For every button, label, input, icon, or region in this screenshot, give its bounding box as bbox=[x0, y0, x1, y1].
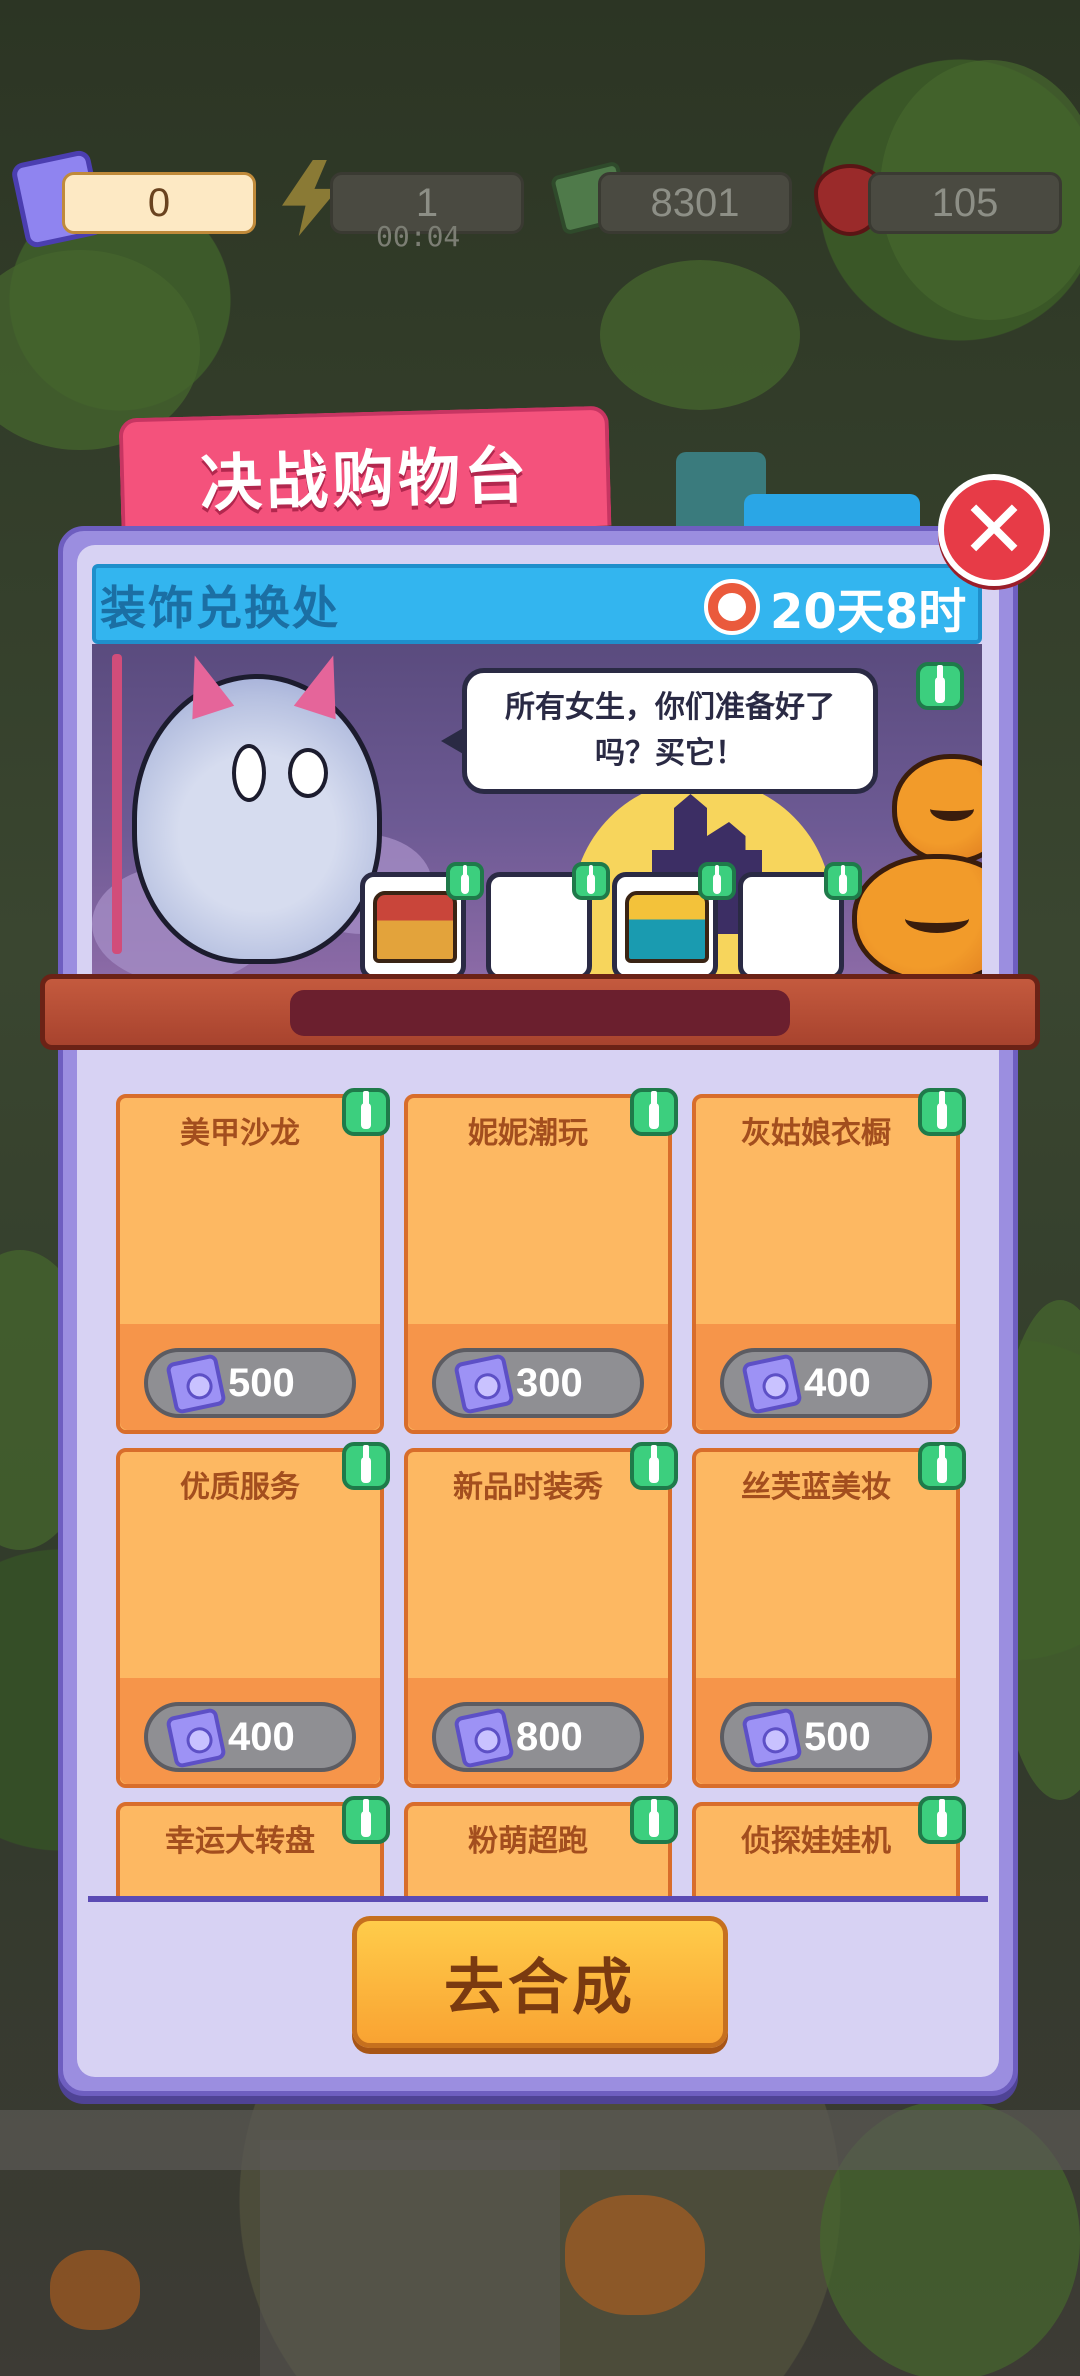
slot-2-info-button[interactable] bbox=[572, 862, 610, 900]
ticket-icon bbox=[453, 1353, 515, 1415]
item-name: 美甲沙龙 bbox=[180, 1116, 300, 1151]
close-icon: ✕ bbox=[960, 483, 1028, 576]
pumpkin-top bbox=[892, 754, 982, 864]
item-card[interactable]: 侦探娃娃机 bbox=[692, 1796, 966, 1900]
slot-1-info-button[interactable] bbox=[446, 862, 484, 900]
slot-4-info-button[interactable] bbox=[824, 862, 862, 900]
item-price: 500 bbox=[228, 1360, 295, 1405]
cash-counter[interactable]: 8301 bbox=[598, 172, 792, 234]
item-card[interactable]: 粉萌超跑 bbox=[404, 1796, 678, 1900]
blue-chest-icon bbox=[625, 891, 709, 963]
item-name: 粉萌超跑 bbox=[468, 1824, 588, 1859]
close-button[interactable]: ✕ bbox=[938, 474, 1050, 586]
buy-button[interactable]: 500 bbox=[144, 1348, 356, 1418]
scene-info-button[interactable] bbox=[916, 662, 964, 710]
item-price: 500 bbox=[804, 1714, 871, 1759]
countdown-text: 20天8时 bbox=[770, 584, 967, 640]
ticket-icon bbox=[453, 1707, 515, 1769]
item-card[interactable]: 优质服务 400 bbox=[116, 1442, 390, 1788]
buy-button[interactable]: 800 bbox=[432, 1702, 644, 1772]
slot-3-info-button[interactable] bbox=[698, 862, 736, 900]
item-info-button[interactable] bbox=[918, 1796, 966, 1844]
energy-timer: 00:04 bbox=[376, 220, 461, 253]
item-name: 侦探娃娃机 bbox=[741, 1824, 891, 1859]
item-card[interactable]: 新品时装秀 800 bbox=[404, 1442, 678, 1788]
speech-bubble: 所有女生，你们准备好了吗？买它！ bbox=[441, 668, 878, 794]
ticket-icon bbox=[165, 1707, 227, 1769]
progress-slot bbox=[290, 990, 790, 1036]
item-price: 400 bbox=[804, 1360, 871, 1405]
item-info-button[interactable] bbox=[630, 1442, 678, 1490]
item-card[interactable]: 美甲沙龙 500 bbox=[116, 1088, 390, 1434]
devil-ghost bbox=[132, 674, 382, 964]
go-merge-label: 去合成 bbox=[444, 1952, 636, 2023]
pumpkin-bottom bbox=[852, 854, 982, 974]
item-card[interactable]: 灰姑娘衣橱 400 bbox=[692, 1088, 966, 1434]
buy-button[interactable]: 300 bbox=[432, 1348, 644, 1418]
buy-button[interactable]: 400 bbox=[720, 1348, 932, 1418]
item-info-button[interactable] bbox=[342, 1442, 390, 1490]
gold-chest-icon bbox=[373, 891, 457, 963]
item-name: 妮妮潮玩 bbox=[468, 1116, 588, 1151]
buy-button[interactable]: 400 bbox=[144, 1702, 356, 1772]
item-info-button[interactable] bbox=[342, 1796, 390, 1844]
trident bbox=[112, 654, 122, 954]
item-name: 灰姑娘衣橱 bbox=[741, 1116, 891, 1151]
header-title: 装饰兑换处 bbox=[100, 581, 340, 635]
item-info-button[interactable] bbox=[630, 1796, 678, 1844]
item-price: 400 bbox=[228, 1714, 295, 1759]
item-name: 幸运大转盘 bbox=[165, 1824, 315, 1859]
title-banner: 决战购物台 bbox=[118, 405, 612, 539]
ticket-icon bbox=[741, 1707, 803, 1769]
countdown: 20天8时 bbox=[704, 572, 966, 642]
item-grid[interactable]: 美甲沙龙 500 妮妮潮玩 300 灰姑娘衣橱 400 优质服务 400 新品时… bbox=[92, 1064, 982, 1900]
banner-title: 决战购物台 bbox=[199, 438, 532, 521]
item-name: 新品时装秀 bbox=[453, 1470, 603, 1505]
item-price: 800 bbox=[516, 1714, 583, 1759]
item-info-button[interactable] bbox=[918, 1088, 966, 1136]
item-card[interactable]: 丝芙蓝美妆 500 bbox=[692, 1442, 966, 1788]
item-name: 优质服务 bbox=[180, 1470, 300, 1505]
item-info-button[interactable] bbox=[918, 1442, 966, 1490]
item-card[interactable]: 幸运大转盘 bbox=[116, 1796, 390, 1900]
item-name: 丝芙蓝美妆 bbox=[741, 1470, 891, 1505]
item-info-button[interactable] bbox=[342, 1088, 390, 1136]
item-price: 300 bbox=[516, 1360, 583, 1405]
item-card[interactable]: 妮妮潮玩 300 bbox=[404, 1088, 678, 1434]
ticket-counter[interactable]: 0 bbox=[62, 172, 256, 234]
item-info-button[interactable] bbox=[630, 1088, 678, 1136]
divider bbox=[88, 1896, 988, 1902]
go-merge-button[interactable]: 去合成 bbox=[352, 1916, 728, 2048]
ticket-icon bbox=[165, 1353, 227, 1415]
gem-counter[interactable]: 105 bbox=[868, 172, 1062, 234]
ticket-icon bbox=[741, 1353, 803, 1415]
buy-button[interactable]: 500 bbox=[720, 1702, 932, 1772]
clock-icon bbox=[704, 579, 760, 635]
